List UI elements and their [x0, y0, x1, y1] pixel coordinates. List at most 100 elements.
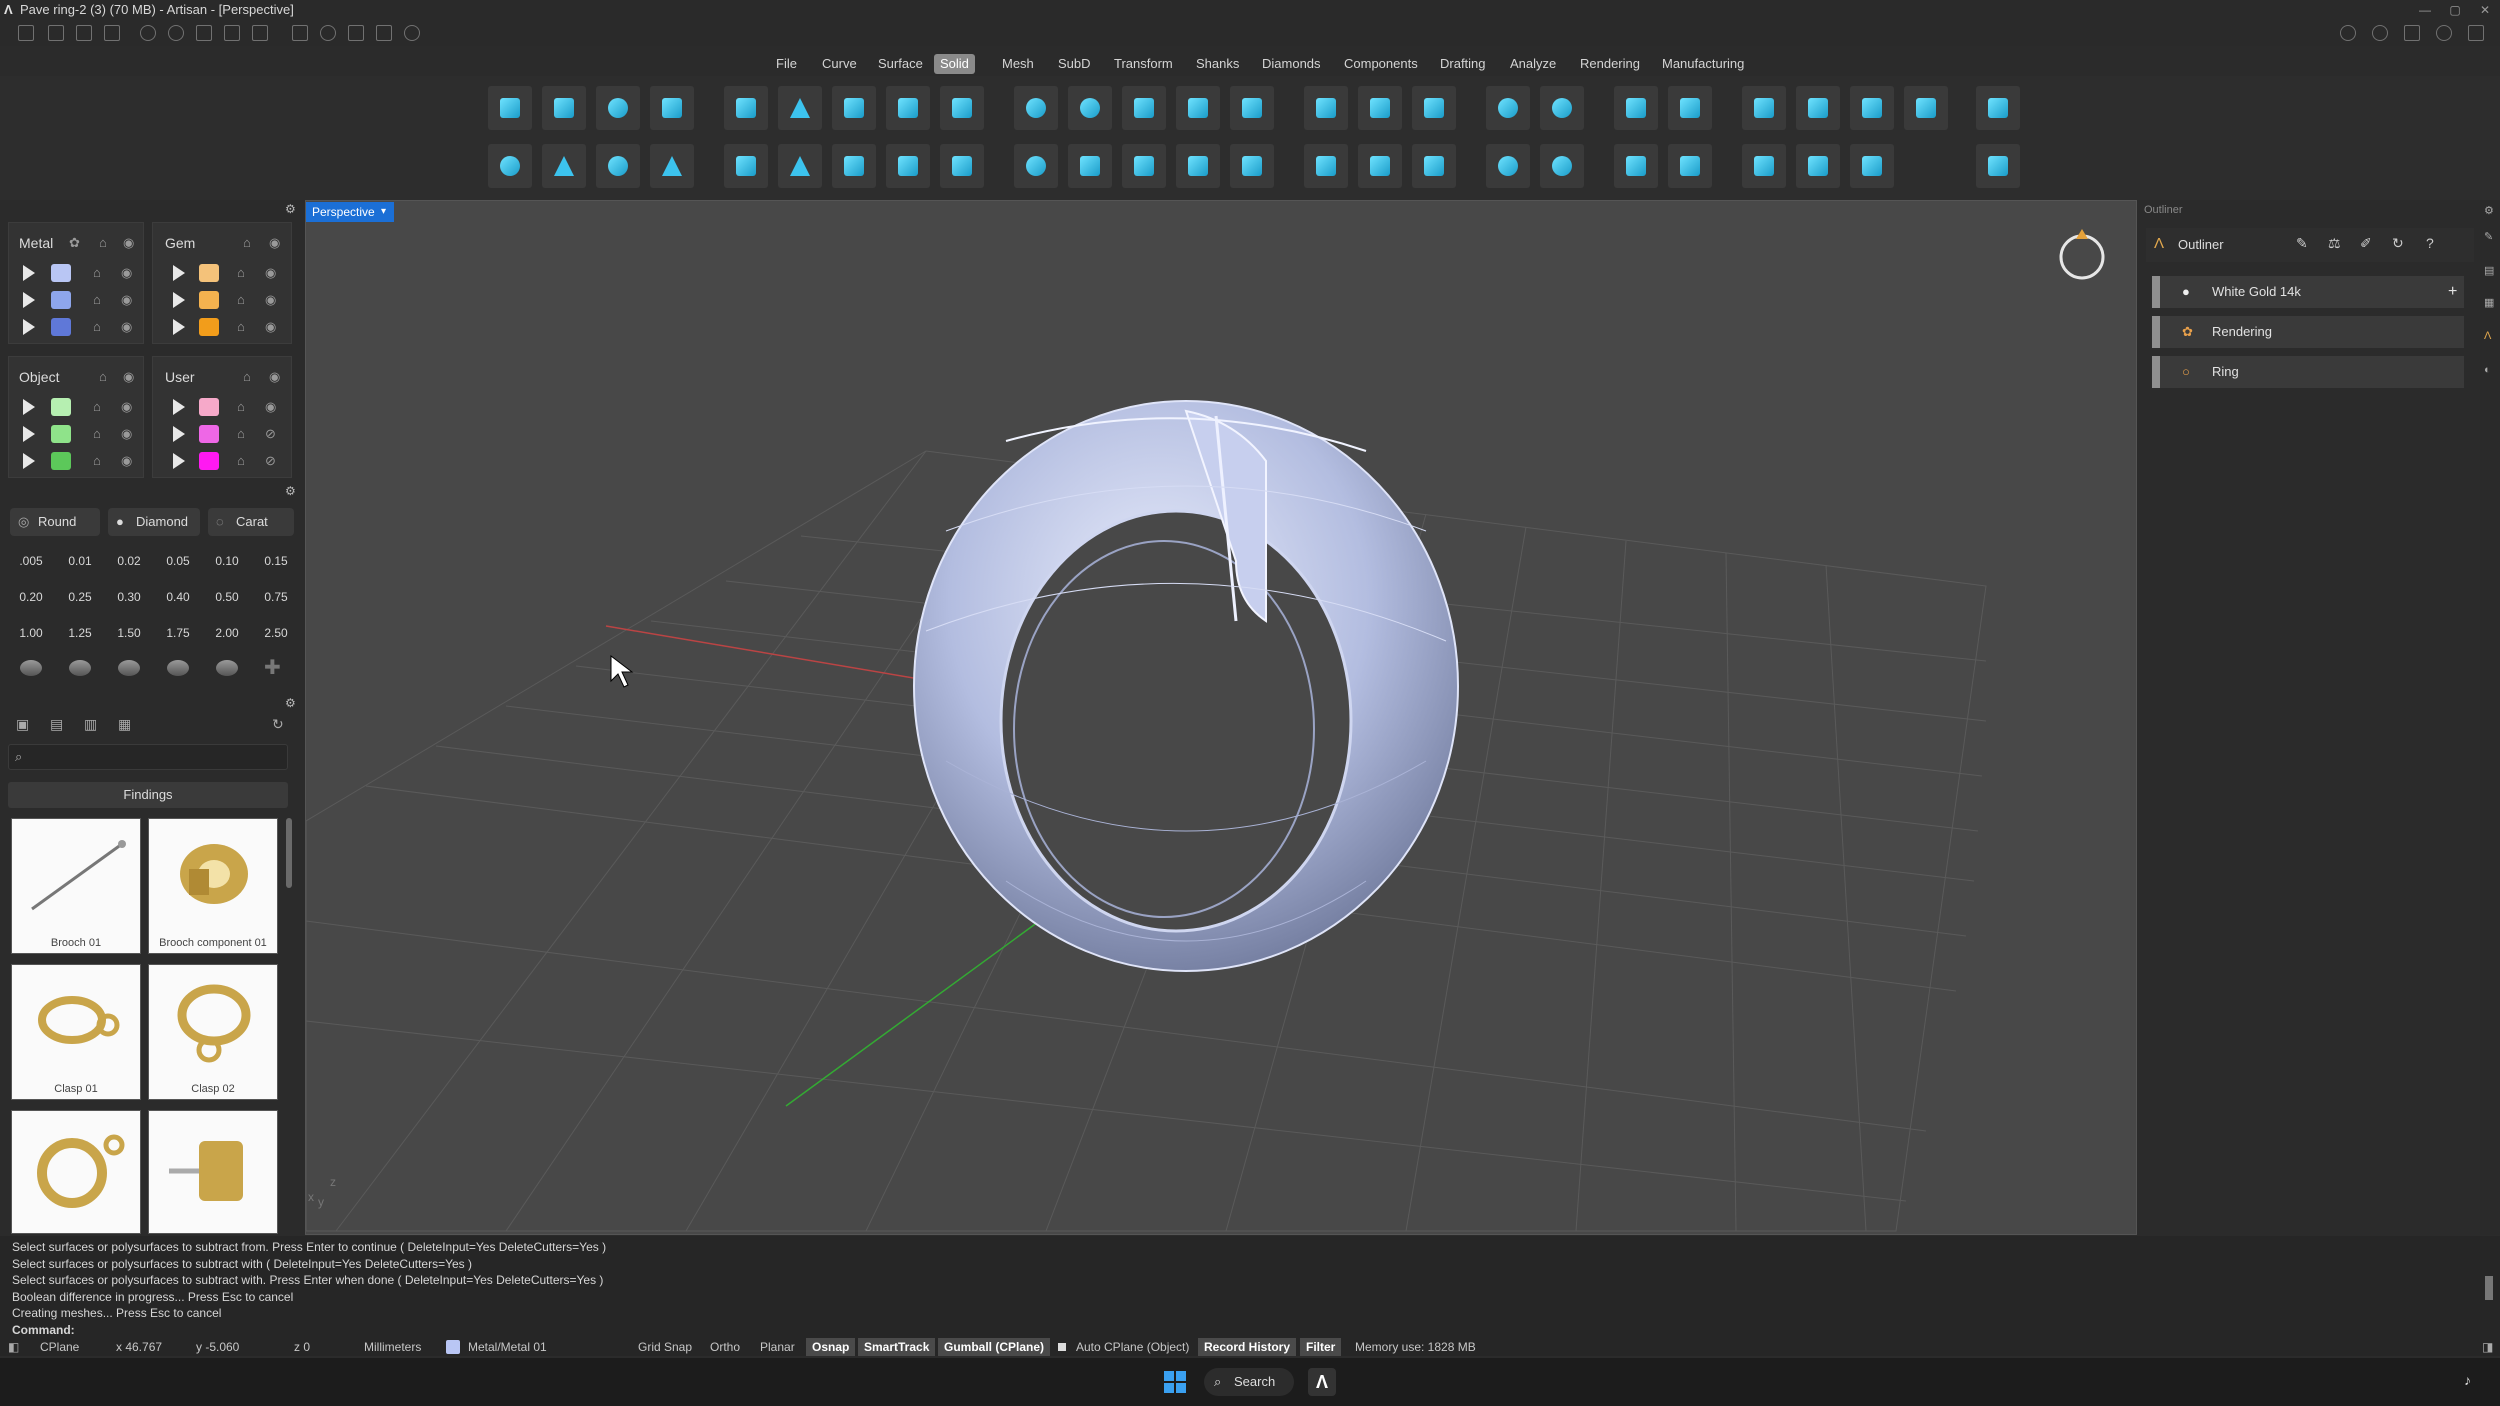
- menu-curve[interactable]: Curve: [816, 54, 863, 74]
- gem-size-button[interactable]: 0.02: [107, 546, 151, 576]
- panel-toggle-icon[interactable]: ◧: [8, 1338, 19, 1356]
- boolean-intersection-tool[interactable]: [1486, 144, 1530, 188]
- cap-tool[interactable]: [1176, 86, 1220, 130]
- status-ortho[interactable]: Ortho: [710, 1338, 740, 1356]
- extrude-tool[interactable]: [724, 86, 768, 130]
- status-gumball[interactable]: Gumball (CPlane): [938, 1338, 1051, 1356]
- help-icon[interactable]: ?: [2426, 235, 2434, 251]
- rib-tool[interactable]: [940, 144, 984, 188]
- layers-icon[interactable]: ▤: [2484, 264, 2494, 277]
- redo-icon[interactable]: [168, 25, 184, 41]
- menu-drafting[interactable]: Drafting: [1434, 54, 1492, 74]
- check-solid-tool[interactable]: [1614, 144, 1658, 188]
- expand-icon[interactable]: [173, 426, 185, 442]
- outliner-item[interactable]: ✿ Rendering: [2152, 316, 2464, 348]
- expand-icon[interactable]: [23, 453, 35, 469]
- extrude-curve-tool[interactable]: [724, 144, 768, 188]
- command-scrollbar[interactable]: [2485, 1276, 2493, 1300]
- arrange-tool-2[interactable]: [1796, 86, 1840, 130]
- arrange-tool-4[interactable]: [1904, 86, 1948, 130]
- tube-tool[interactable]: [650, 86, 694, 130]
- options-tool-2[interactable]: [1976, 144, 2020, 188]
- gem-size-button[interactable]: 1.25: [58, 618, 102, 648]
- menu-solid[interactable]: Solid: [934, 54, 975, 74]
- arrange-tool-5[interactable]: [1742, 144, 1786, 188]
- status-planar[interactable]: Planar: [760, 1338, 795, 1356]
- extract-face-tool[interactable]: [1304, 86, 1348, 130]
- lock-icon[interactable]: ⌂: [237, 426, 245, 441]
- help-icon[interactable]: [2340, 25, 2356, 41]
- pipe-tool[interactable]: [886, 86, 930, 130]
- eye-hidden-icon[interactable]: ⊘: [265, 426, 276, 442]
- metal-color-swatch[interactable]: [51, 264, 71, 282]
- gem-size-button[interactable]: .005: [9, 546, 53, 576]
- library-item[interactable]: Brooch component 01: [148, 818, 278, 954]
- grid-icon[interactable]: [376, 25, 392, 41]
- menu-surface[interactable]: Surface: [872, 54, 929, 74]
- gem-size-button[interactable]: 0.25: [58, 582, 102, 612]
- boolean-union-tool[interactable]: [1486, 86, 1530, 130]
- properties-icon[interactable]: ▦: [2484, 296, 2494, 309]
- gem-size-button[interactable]: 1.50: [107, 618, 151, 648]
- status-smarttrack[interactable]: SmartTrack: [858, 1338, 936, 1356]
- gem-size-button[interactable]: 0.75: [254, 582, 298, 612]
- boolean-difference-tool[interactable]: [1540, 86, 1584, 130]
- analyze-solid-tool[interactable]: [1668, 144, 1712, 188]
- edit-icon[interactable]: ✐: [2360, 235, 2372, 252]
- snap-icon[interactable]: [348, 25, 364, 41]
- maximize-icon[interactable]: ▢: [2440, 0, 2470, 20]
- measure-icon[interactable]: [292, 25, 308, 41]
- windows-start-icon[interactable]: [1164, 1371, 1186, 1393]
- gem-size-button[interactable]: 0.01: [58, 546, 102, 576]
- eyedropper-icon[interactable]: ✎: [2296, 235, 2308, 252]
- library-item[interactable]: [11, 1110, 141, 1234]
- gem-type-dropdown[interactable]: ● Diamond: [108, 508, 200, 536]
- library-search-field[interactable]: ⌕: [8, 744, 288, 770]
- new-file-icon[interactable]: [18, 25, 34, 41]
- checkbox-icon[interactable]: [1058, 1343, 1066, 1351]
- gem-size-button[interactable]: 0.20: [9, 582, 53, 612]
- princess-gem-shape-icon[interactable]: [167, 660, 189, 676]
- lock-icon[interactable]: ⌂: [93, 426, 101, 441]
- open-recent-icon[interactable]: [104, 25, 120, 41]
- arrange-tool-3[interactable]: [1850, 86, 1894, 130]
- arrange-tool-7[interactable]: [1850, 144, 1894, 188]
- library-item[interactable]: Clasp 02: [148, 964, 278, 1100]
- eye-icon[interactable]: ◉: [121, 319, 132, 335]
- ellipsoid-tool[interactable]: [596, 144, 640, 188]
- library-item[interactable]: Clasp 01: [11, 964, 141, 1100]
- viewport-canvas[interactable]: y z x: [306, 201, 2138, 1236]
- library-search-input[interactable]: [33, 748, 283, 766]
- arrange-tool-6[interactable]: [1796, 144, 1840, 188]
- eye-icon[interactable]: ◉: [121, 265, 132, 281]
- pen-icon[interactable]: ✎: [2484, 230, 2493, 243]
- taskbar-search[interactable]: ⌕ Search: [1204, 1368, 1294, 1396]
- gem-size-button[interactable]: 0.50: [205, 582, 249, 612]
- lock-icon[interactable]: ⌂: [237, 319, 245, 334]
- menu-mesh[interactable]: Mesh: [996, 54, 1040, 74]
- library-scrollbar[interactable]: [286, 818, 292, 888]
- gem-solid-tool[interactable]: [1668, 86, 1712, 130]
- object-color-swatch[interactable]: [51, 425, 71, 443]
- add-icon[interactable]: +: [2448, 276, 2457, 308]
- eye-icon[interactable]: ◉: [265, 399, 276, 415]
- round-gem-shape-icon[interactable]: [20, 660, 42, 676]
- eye-icon[interactable]: ◉: [123, 235, 134, 251]
- lock-icon[interactable]: ⌂: [93, 292, 101, 307]
- save-icon[interactable]: [196, 25, 212, 41]
- question-icon[interactable]: [2436, 25, 2452, 41]
- pyramid-tool[interactable]: [650, 144, 694, 188]
- import-icon[interactable]: ▥: [84, 716, 97, 733]
- eye-icon[interactable]: ◉: [265, 292, 276, 308]
- layers-icon[interactable]: [2404, 25, 2420, 41]
- eye-icon[interactable]: ◉: [269, 369, 280, 385]
- expand-icon[interactable]: [173, 292, 185, 308]
- outliner-item[interactable]: ● White Gold 14k +: [2152, 276, 2464, 308]
- lock-icon[interactable]: ⌂: [99, 369, 107, 384]
- eye-icon[interactable]: ◉: [121, 453, 132, 469]
- gem-size-button[interactable]: 1.00: [9, 618, 53, 648]
- user-color-swatch[interactable]: [199, 425, 219, 443]
- scale-icon[interactable]: ⚖: [2328, 235, 2341, 252]
- lock-icon[interactable]: ⌂: [93, 453, 101, 468]
- viewport-tab[interactable]: Perspective ▾: [306, 202, 394, 222]
